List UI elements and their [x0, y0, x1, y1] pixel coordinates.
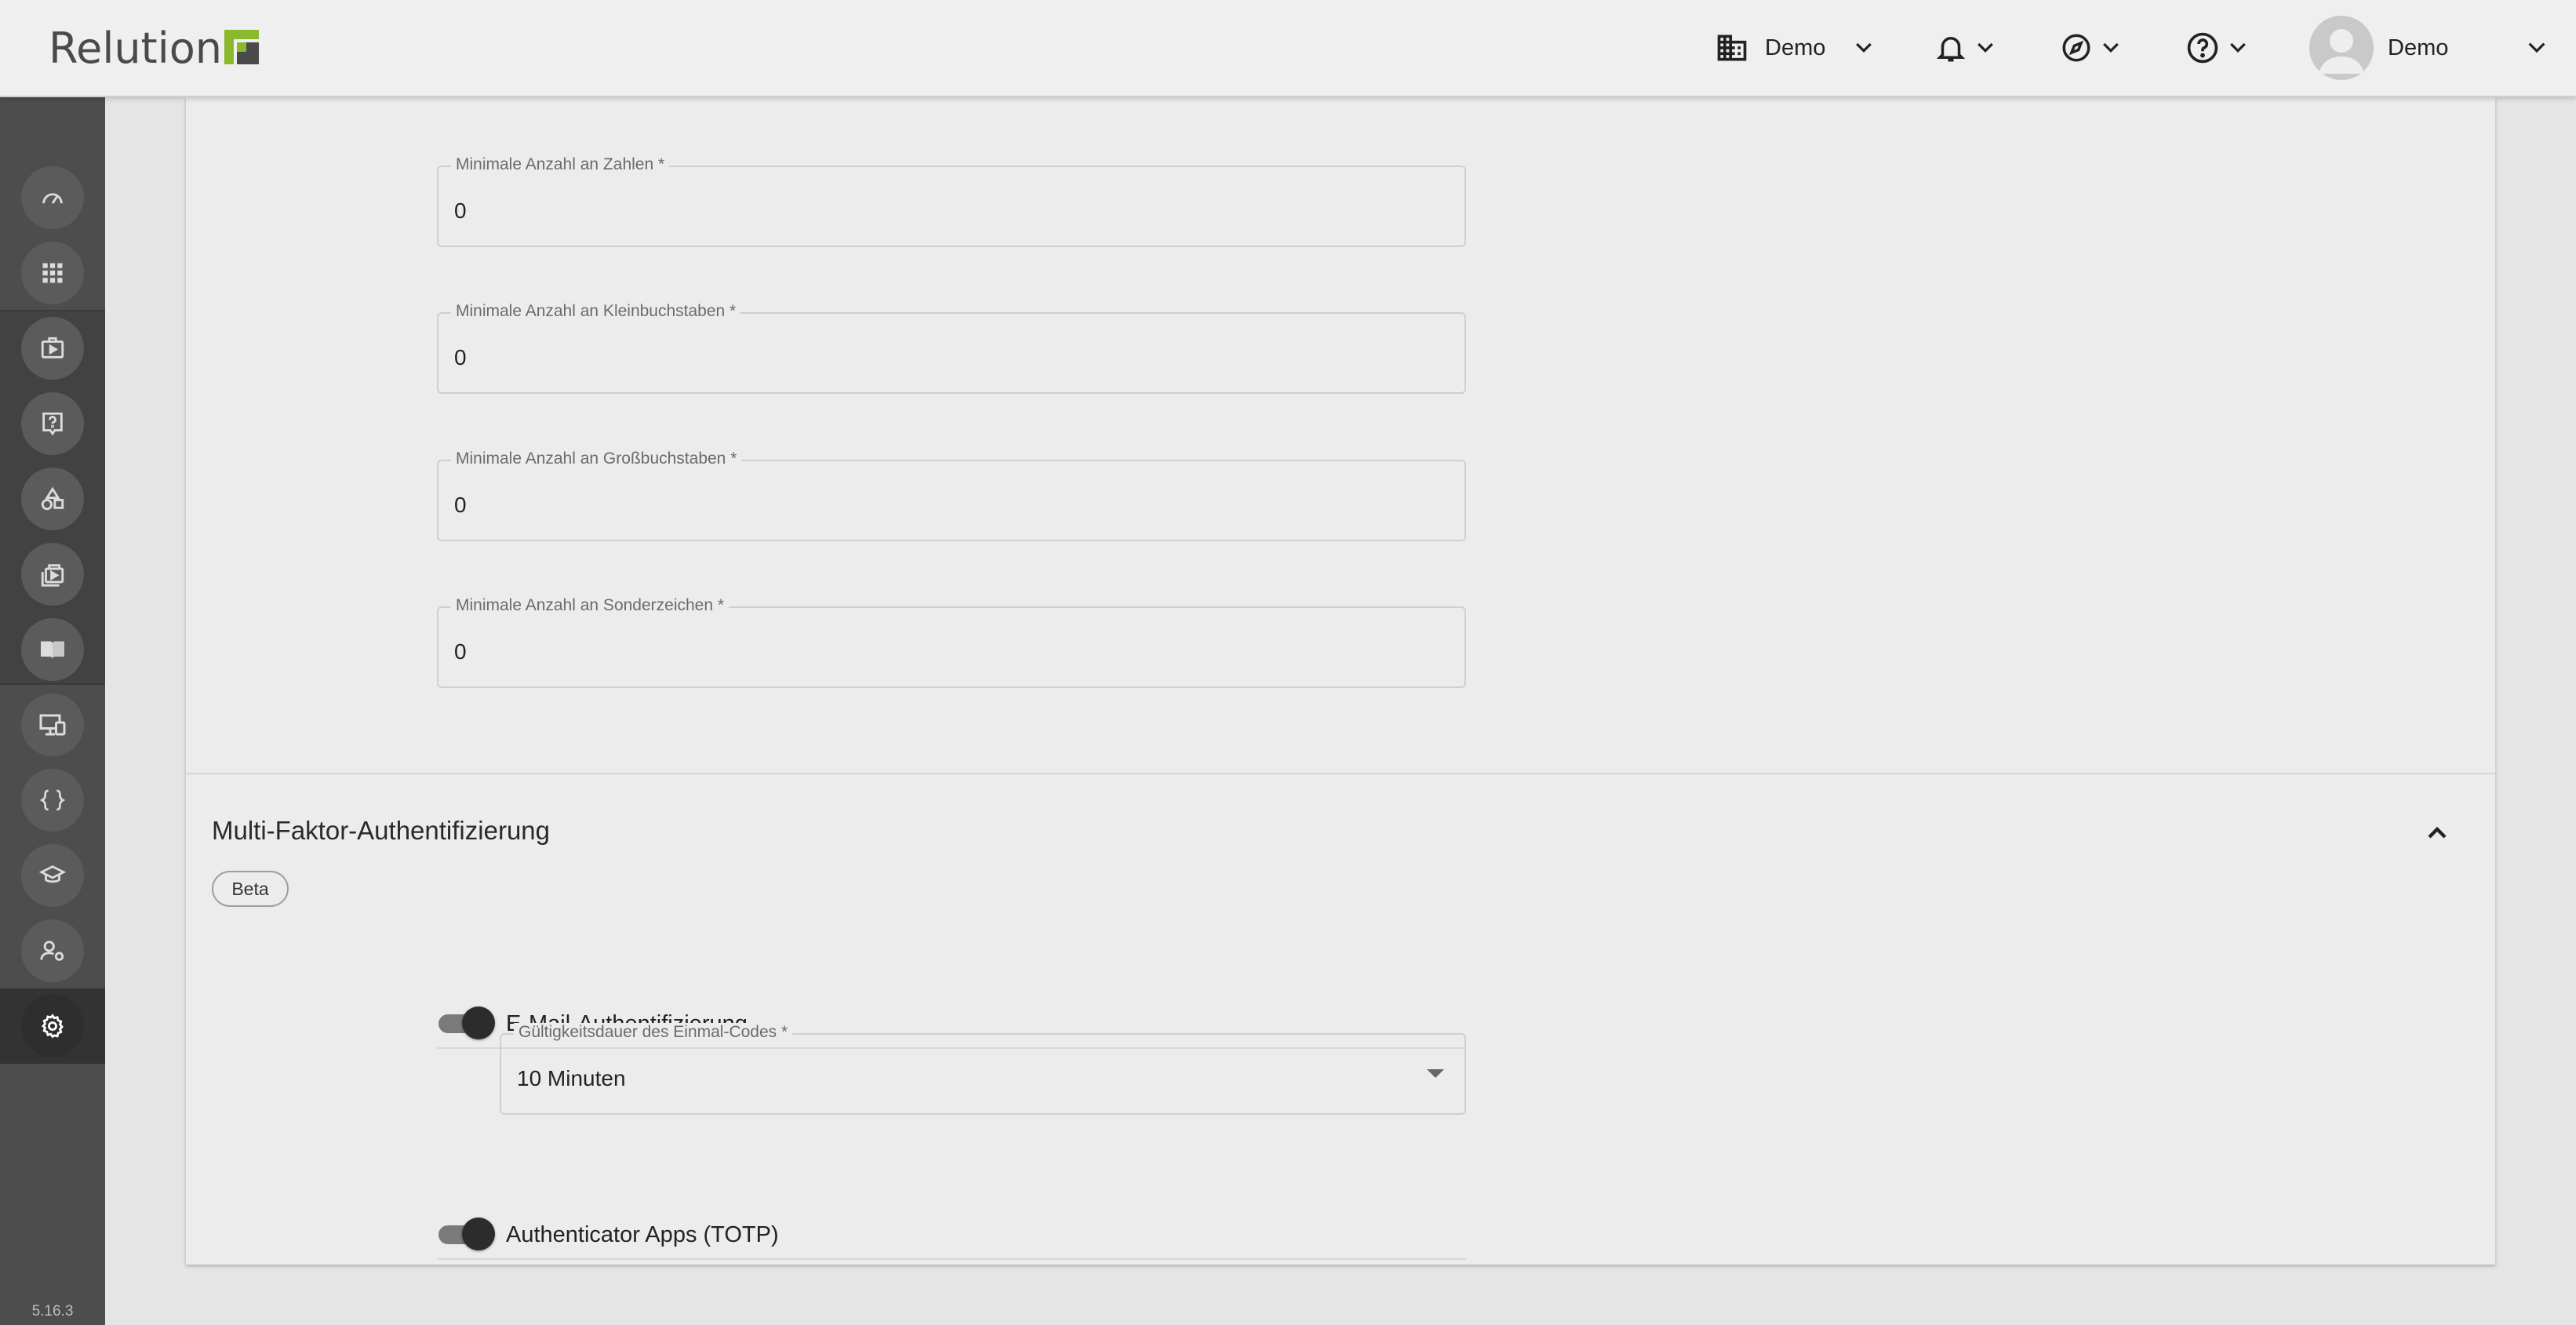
- code-braces-icon: [40, 789, 65, 811]
- help-circle-icon: [2185, 31, 2220, 65]
- relution-logo[interactable]: Relution: [49, 20, 259, 75]
- min-uppercase-field[interactable]: Minimale Anzahl an Großbuchstaben * 0: [437, 450, 1466, 541]
- sidebar-item-settings[interactable]: [21, 995, 84, 1057]
- min-special-chars-field[interactable]: Minimale Anzahl an Sonderzeichen * 0: [437, 596, 1466, 688]
- tenant-label: Demo: [1765, 35, 1826, 60]
- app-version: 5.16.3: [31, 1303, 74, 1320]
- min-lowercase-field[interactable]: Minimale Anzahl an Kleinbuchstaben * 0: [437, 302, 1466, 394]
- chevron-up-icon: [2428, 826, 2447, 839]
- app-store-icon: [41, 337, 64, 359]
- sidebar-divider: [0, 310, 105, 311]
- sidebar-item-documentation[interactable]: [21, 618, 84, 681]
- user-settings-icon: [40, 941, 64, 961]
- field-value: 0: [454, 639, 467, 664]
- sidebar-item-users[interactable]: [21, 919, 84, 982]
- sidebar-item-devices[interactable]: [21, 693, 84, 756]
- sidebar: 5.16.3: [0, 97, 105, 1325]
- apps-grid-icon: [42, 263, 63, 283]
- sidebar-item-education[interactable]: [21, 844, 84, 907]
- user-menu-toggle[interactable]: [2524, 20, 2549, 75]
- field-label: Minimale Anzahl an Sonderzeichen *: [451, 596, 730, 615]
- totp-toggle[interactable]: [437, 1218, 495, 1250]
- email-auth-toggle[interactable]: [437, 1006, 495, 1039]
- collapse-section-button[interactable]: [2421, 817, 2453, 849]
- bell-icon: [1934, 31, 1967, 64]
- field-value: 0: [454, 198, 467, 223]
- chevron-down-icon: [2524, 35, 2549, 60]
- sidebar-divider: [0, 683, 105, 685]
- chevron-down-icon: [1852, 36, 1876, 60]
- devices-icon: [39, 714, 66, 736]
- education-icon: [39, 865, 66, 883]
- beta-badge: Beta: [212, 871, 289, 907]
- field-label: Gültigkeitsdauer des Einmal-Codes *: [514, 1023, 793, 1042]
- tenant-selector[interactable]: Demo: [1715, 20, 1876, 75]
- shapes-icon: [41, 486, 64, 511]
- chevron-down-icon: [1974, 36, 1997, 60]
- dropdown-arrow-icon: [1427, 1069, 1444, 1078]
- sidebar-item-dashboard[interactable]: [21, 166, 84, 229]
- section-divider: [186, 773, 2495, 774]
- book-icon: [41, 641, 64, 659]
- field-label: Minimale Anzahl an Kleinbuchstaben *: [451, 302, 741, 321]
- sidebar-item-requests[interactable]: [21, 392, 84, 455]
- explore-menu[interactable]: [2060, 20, 2123, 75]
- totp-label: Authenticator Apps (TOTP): [506, 1222, 779, 1247]
- field-value: 0: [454, 493, 467, 517]
- code-validity-select[interactable]: Gültigkeitsdauer des Einmal-Codes * 10 M…: [500, 1023, 1466, 1115]
- field-label: Minimale Anzahl an Großbuchstaben *: [451, 450, 742, 468]
- content-library-icon: [41, 564, 64, 587]
- sidebar-item-content[interactable]: [21, 543, 84, 606]
- field-value: 0: [454, 345, 467, 369]
- sidebar-item-shapes[interactable]: [21, 468, 84, 530]
- sidebar-item-scripts[interactable]: [21, 769, 84, 832]
- user-label: Demo: [2388, 35, 2449, 60]
- mfa-section-title: Multi-Faktor-Authentifizierung: [212, 816, 550, 845]
- dashboard-icon: [42, 193, 63, 204]
- chevron-down-icon: [2099, 36, 2123, 60]
- field-label: Minimale Anzahl an Zahlen *: [451, 155, 670, 174]
- compass-icon: [2060, 31, 2093, 64]
- select-value: 10 Minuten: [517, 1066, 626, 1090]
- building-icon: [1715, 31, 1749, 65]
- notifications-menu[interactable]: [1934, 20, 1997, 75]
- help-menu[interactable]: [2185, 20, 2250, 75]
- user-avatar[interactable]: [2309, 16, 2374, 80]
- help-request-icon: [42, 412, 63, 436]
- sidebar-item-apps[interactable]: [21, 242, 84, 304]
- toggle-thumb: [462, 1218, 495, 1250]
- chevron-down-icon: [2226, 36, 2250, 60]
- top-bar: Relution Demo Demo: [0, 0, 2576, 97]
- min-digits-field[interactable]: Minimale Anzahl an Zahlen * 0: [437, 155, 1466, 247]
- logo-text: Relution: [49, 23, 222, 73]
- sidebar-item-app-store[interactable]: [21, 317, 84, 380]
- settings-gear-icon: [41, 1014, 64, 1039]
- totp-row: Authenticator Apps (TOTP): [437, 1207, 1466, 1260]
- settings-card: Minimale Anzahl an Zahlen * 0 Minimale A…: [186, 97, 2495, 1265]
- user-menu[interactable]: Demo: [2388, 20, 2448, 75]
- logo-mark-icon: [224, 30, 259, 64]
- toggle-thumb: [462, 1006, 495, 1039]
